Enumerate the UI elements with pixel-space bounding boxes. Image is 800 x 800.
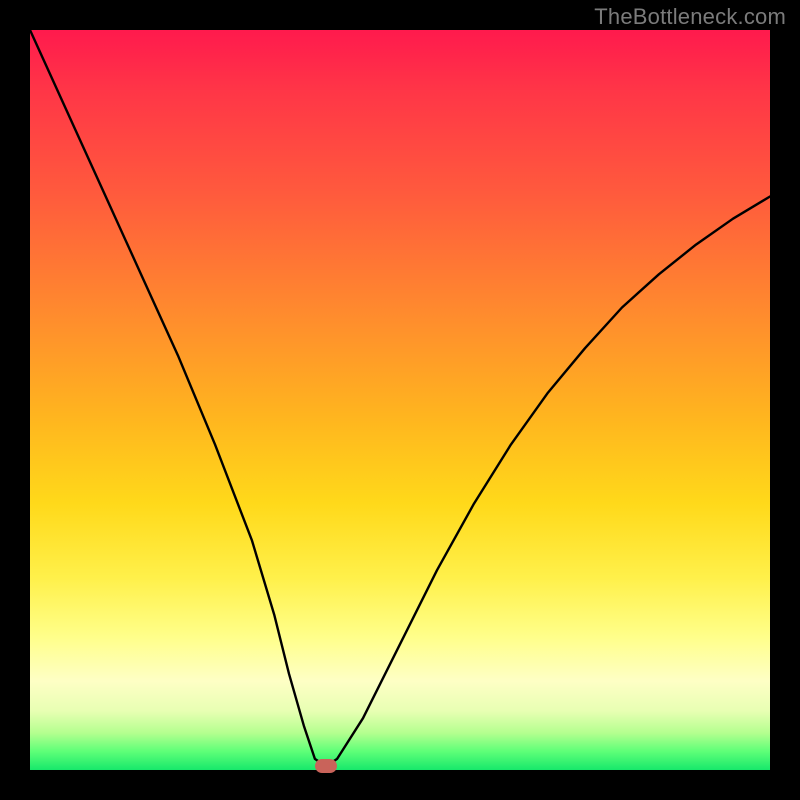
optimum-marker: [315, 759, 337, 773]
watermark-text: TheBottleneck.com: [594, 4, 786, 30]
bottleneck-curve: [30, 30, 770, 770]
plot-area: [30, 30, 770, 770]
chart-frame: TheBottleneck.com: [0, 0, 800, 800]
